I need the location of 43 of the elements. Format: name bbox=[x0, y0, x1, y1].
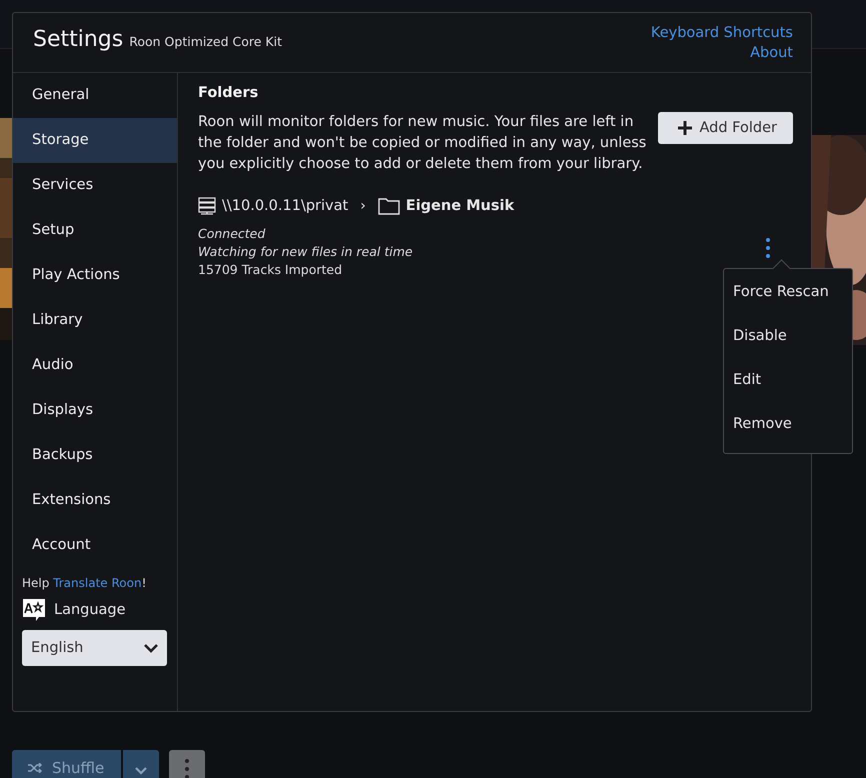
header-link[interactable]: About bbox=[750, 43, 793, 63]
menu-item[interactable]: Edit bbox=[724, 361, 852, 405]
sidebar-item[interactable]: Account bbox=[13, 523, 177, 568]
sidebar-item[interactable]: Library bbox=[13, 298, 177, 343]
chevron-icon bbox=[143, 642, 159, 654]
folder-icon bbox=[378, 197, 400, 215]
add-folder-button[interactable]: Add Folder bbox=[658, 112, 793, 144]
language-select[interactable]: English bbox=[22, 630, 167, 666]
share-path: \\10.0.0.11\privat bbox=[222, 198, 348, 214]
shuffle-button[interactable]: Shuffle bbox=[12, 750, 121, 778]
chevron-icon bbox=[134, 766, 148, 776]
sidebar-item[interactable]: Audio bbox=[13, 343, 177, 388]
plus-icon bbox=[678, 121, 692, 135]
menu-item[interactable]: Force Rescan bbox=[724, 273, 852, 317]
description-text: Roon will monitor folders for new music. Your files are left in the folder and won't be copied or modified in any way, unless you explicitly choose to add or delete them from your library. bbox=[198, 113, 648, 174]
translate-link[interactable]: Translate Roon bbox=[53, 576, 142, 590]
language-label: Language bbox=[54, 602, 126, 618]
help-text: Help Translate Roon! bbox=[22, 576, 146, 590]
window-title: Settings bbox=[33, 27, 124, 52]
kebab-icon[interactable] bbox=[765, 237, 771, 259]
sidebar-item[interactable]: Displays bbox=[13, 388, 177, 433]
server-icon bbox=[198, 197, 216, 215]
sidebar-item[interactable]: Storage bbox=[13, 118, 177, 163]
translate-icon bbox=[22, 598, 46, 622]
shuffle-icon bbox=[28, 763, 42, 773]
folder-name: Eigene Musik bbox=[406, 198, 514, 214]
separator-chevron: › bbox=[360, 198, 366, 214]
section-heading: Folders bbox=[198, 85, 260, 101]
window-subtitle: Roon Optimized Core Kit bbox=[129, 34, 282, 49]
sidebar-item[interactable]: Services bbox=[13, 163, 177, 208]
menu-item[interactable]: Disable bbox=[724, 317, 852, 361]
track-count: 15709 Tracks Imported bbox=[198, 261, 342, 279]
more-button[interactable] bbox=[169, 750, 205, 778]
sidebar-item[interactable]: Backups bbox=[13, 433, 177, 478]
sidebar-item[interactable]: Setup bbox=[13, 208, 177, 253]
sidebar-item[interactable]: General bbox=[13, 73, 177, 118]
menu-item[interactable]: Remove bbox=[724, 405, 852, 449]
header-link[interactable]: Keyboard Shortcuts bbox=[650, 23, 793, 43]
status-text: Connected bbox=[198, 225, 266, 243]
sidebar-item[interactable]: Play Actions bbox=[13, 253, 177, 298]
sidebar-item[interactable]: Extensions bbox=[13, 478, 177, 523]
status-text: Watching for new files in real time bbox=[198, 243, 413, 261]
dropdown-button[interactable] bbox=[123, 750, 159, 778]
